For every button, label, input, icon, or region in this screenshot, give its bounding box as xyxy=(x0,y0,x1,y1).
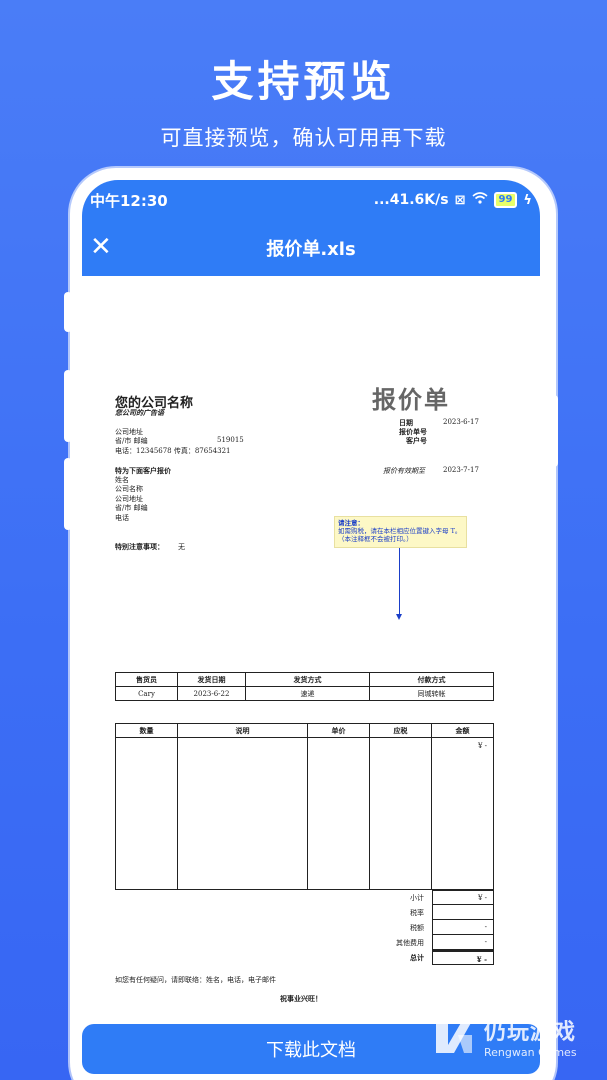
notice-body: 如需购税，请在本栏相应位置键入字母 T。 （本注释框不会被打印。） xyxy=(338,527,462,543)
table-cell xyxy=(369,737,432,890)
customer-company: 公司名称 xyxy=(115,485,143,493)
table-header: 付款方式 xyxy=(369,672,494,687)
totals-label: 小计 xyxy=(410,893,424,902)
contact-line: 如您有任何疑问，请即联络：姓名，电话，电子邮件 xyxy=(115,976,276,984)
table-header: 应税 xyxy=(369,723,432,738)
special-notes-value: 无 xyxy=(178,543,185,551)
totals-value: ¥ - xyxy=(432,950,494,965)
valid-until-label: 报价有效期至 xyxy=(383,467,425,475)
closing-line: 祝事业兴旺！ xyxy=(280,994,322,1003)
totals-label: 税率 xyxy=(410,908,424,917)
date-value: 2023-6-17 xyxy=(443,418,479,426)
table-header: 售货员 xyxy=(115,672,178,687)
promo-title: 支持预览 xyxy=(211,57,396,106)
totals-value: ¥ - xyxy=(432,890,494,905)
sim-icon: ⊠ xyxy=(454,192,466,208)
app-bar: 中午12:30 ...41.6K/s ⊠ 99 ϟ ✕ 报价单.xls xyxy=(82,180,540,276)
table-cell: Cary xyxy=(115,686,178,701)
watermark: 仍玩游戏 Rengwan Games xyxy=(432,1014,577,1059)
notice-arrow-head xyxy=(396,614,402,620)
document-preview[interactable]: 您的公司名称 您公司的广告语 报价单 公司地址 省/市 邮编 519015 电话… xyxy=(82,276,540,1080)
watermark-name: 仍玩游戏 xyxy=(484,1020,577,1045)
close-icon[interactable]: ✕ xyxy=(90,232,112,262)
charging-icon: ϟ xyxy=(523,192,532,208)
promo-subtitle: 可直接预览，确认可用再下载 xyxy=(160,126,447,150)
totals-row: 税率 xyxy=(392,905,494,920)
status-time: 中午12:30 xyxy=(90,191,168,210)
document-title: 报价单.xls xyxy=(266,239,356,260)
totals-row: 总计 ¥ - xyxy=(392,950,494,965)
totals-row: 税额 - xyxy=(392,920,494,935)
table-cell xyxy=(307,737,370,890)
totals-row: 小计 ¥ - xyxy=(392,890,494,905)
table-header: 发货方式 xyxy=(245,672,370,687)
quote-title: 报价单 xyxy=(372,385,450,414)
network-speed: ...41.6K/s xyxy=(373,192,449,208)
notice-title: 请注意： xyxy=(338,519,364,527)
shipping-table: 售货员 发货日期 发货方式 付款方式 Cary 2023-6-22 速递 同城转… xyxy=(115,672,494,701)
notice-arrow xyxy=(399,548,400,618)
notice-comment: 请注意： 如需购税，请在本栏相应位置键入字母 T。 （本注释框不会被打印。） xyxy=(334,516,467,548)
table-cell: 速递 xyxy=(245,686,370,701)
table-cell: 同城转帐 xyxy=(369,686,494,701)
table-header: 发货日期 xyxy=(177,672,246,687)
totals-label: 税额 xyxy=(410,923,424,932)
table-header: 金额 xyxy=(431,723,494,738)
watermark-sub: Rengwan Games xyxy=(484,1046,577,1059)
status-indicators: ...41.6K/s ⊠ 99 ϟ xyxy=(374,192,532,208)
table-header: 单价 xyxy=(307,723,370,738)
customer-phone: 电话 xyxy=(115,514,129,522)
totals-block: 小计 ¥ - 税率 税额 - 其他费用 - 总计 ¥ - xyxy=(392,890,494,965)
totals-value: - xyxy=(432,920,494,935)
totals-value xyxy=(432,905,494,920)
amount-cell: ¥ - xyxy=(431,737,494,890)
phone-screen: 中午12:30 ...41.6K/s ⊠ 99 ϟ ✕ 报价单.xls 您的公司… xyxy=(82,180,540,1080)
totals-label: 总计 xyxy=(410,952,424,962)
company-city: 省/市 邮编 xyxy=(115,437,148,445)
table-cell: 2023-6-22 xyxy=(177,686,246,701)
title-bar: ✕ 报价单.xls xyxy=(82,220,540,276)
special-notes-label: 特别注意事项： xyxy=(115,542,164,551)
company-slogan: 您公司的广告语 xyxy=(115,408,164,417)
wifi-icon xyxy=(471,192,488,208)
items-table: 数量 说明 单价 应税 金额 ¥ - xyxy=(115,723,494,890)
totals-row: 其他费用 - xyxy=(392,935,494,950)
table-header: 数量 xyxy=(115,723,178,738)
totals-label: 其他费用 xyxy=(396,938,424,947)
totals-value: - xyxy=(432,935,494,950)
table-cell xyxy=(115,737,178,890)
table-header: 说明 xyxy=(177,723,308,738)
customer-number-label: 客户号 xyxy=(406,436,427,445)
status-bar: 中午12:30 ...41.6K/s ⊠ 99 ϟ xyxy=(82,180,540,220)
company-phone-fax: 电话：12345678 传真：87654321 xyxy=(115,447,231,455)
company-zip: 519015 xyxy=(217,436,244,444)
watermark-logo-icon xyxy=(432,1015,476,1059)
valid-until-value: 2023-7-17 xyxy=(443,466,479,474)
customer-city: 省/市 邮编 xyxy=(115,504,148,512)
battery-icon: 99 xyxy=(493,192,518,208)
table-cell xyxy=(177,737,308,890)
